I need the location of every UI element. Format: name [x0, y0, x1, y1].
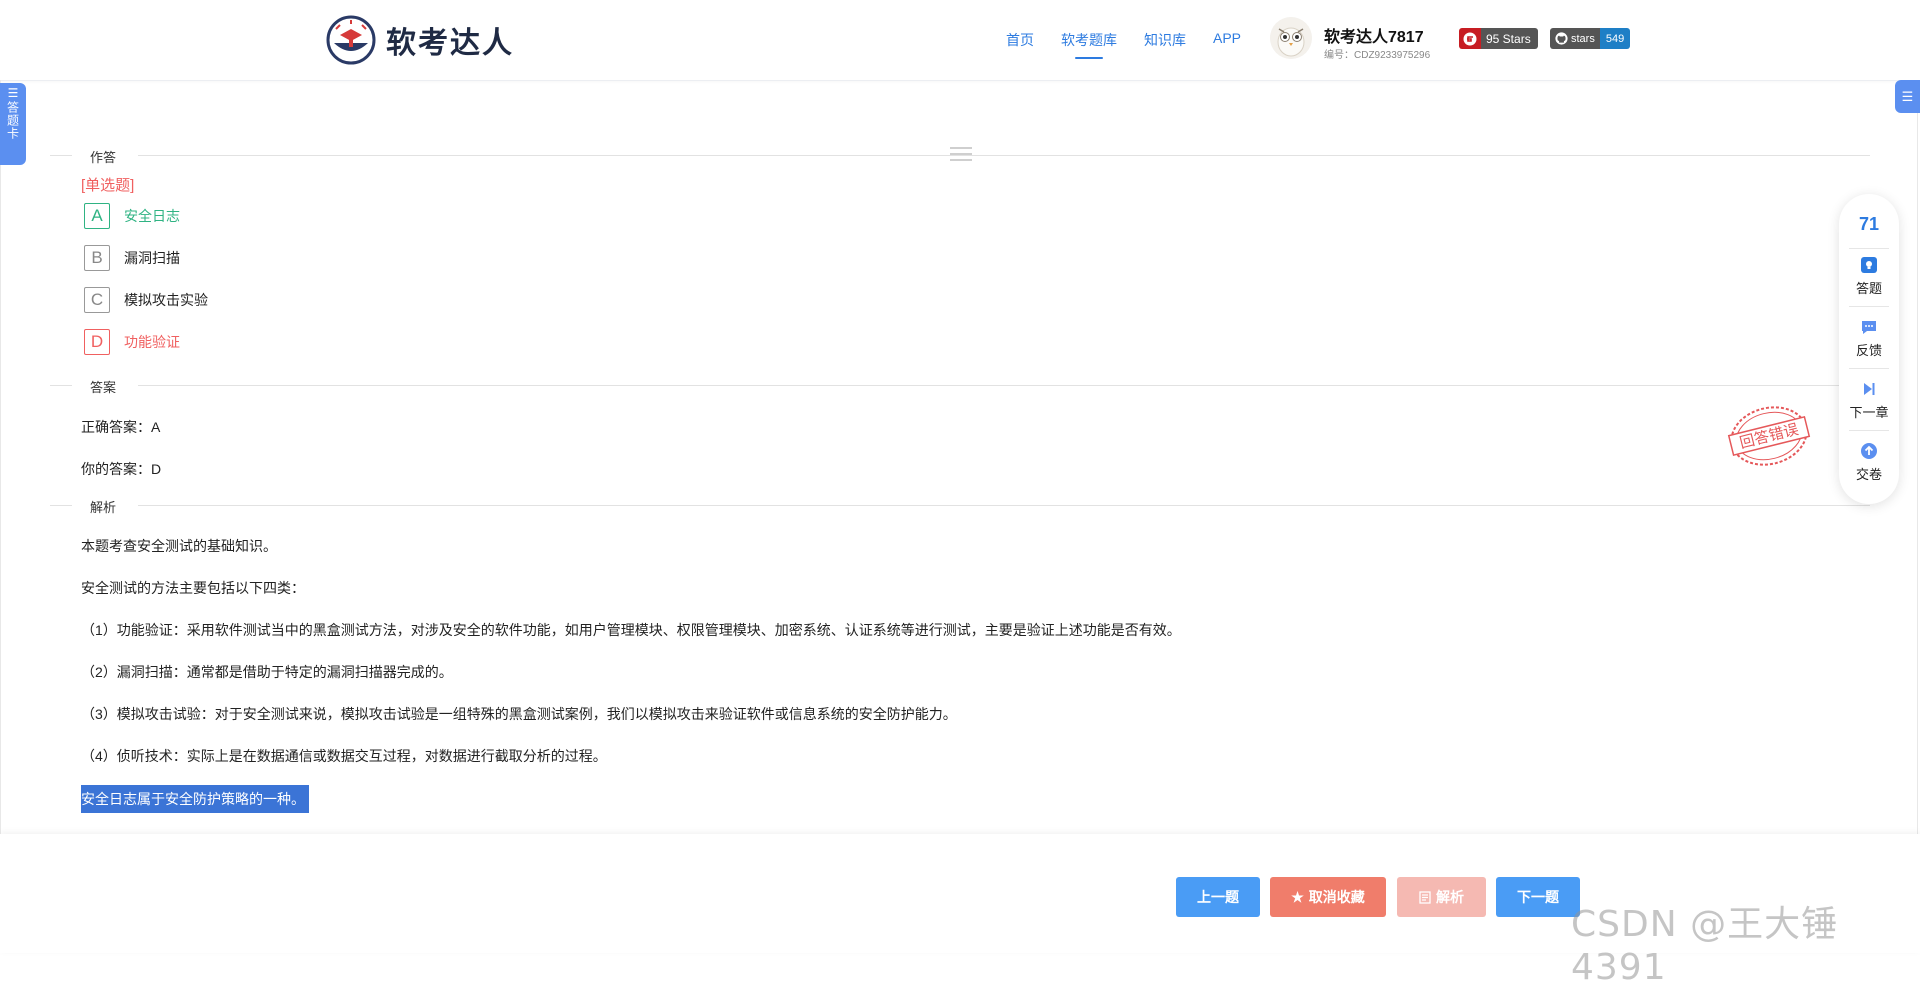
github-icon — [1555, 32, 1568, 45]
analysis-line: 安全测试的方法主要包括以下四类： — [81, 580, 305, 596]
feedback-icon — [1862, 321, 1876, 334]
wrong-answer-stamp: 回答错误 — [1727, 406, 1811, 466]
github-stars-count: 549 — [1599, 28, 1631, 49]
option-d[interactable]: D 功能验证 — [84, 328, 180, 356]
analysis-line: （3）模拟攻击试验：对于安全测试来说，模拟攻击试验是一组特殊的黑盒测试案例，我们… — [81, 706, 957, 722]
your-answer: 你的答案：D — [81, 461, 162, 477]
analysis-label: 解析 — [1436, 889, 1464, 905]
github-stars-label: stars — [1571, 32, 1595, 45]
option-a[interactable]: A 安全日志 — [84, 202, 180, 230]
analysis-highlight: 安全日志属于安全防护策略的一种。 — [81, 785, 309, 813]
top-header: 软考达人 首页 软考题库 知识库 APP 软考达人7817 编号：CDZ9233… — [0, 0, 1920, 81]
right-border — [1917, 113, 1918, 834]
document-icon — [1419, 890, 1431, 904]
section-title: 解析 — [90, 500, 117, 515]
section-title: 答案 — [90, 380, 117, 395]
feedback-label: 反馈 — [1855, 343, 1882, 358]
option-b[interactable]: B 漏洞扫描 — [84, 244, 180, 272]
nav-home[interactable]: 首页 — [1006, 30, 1034, 50]
option-letter: A — [84, 203, 110, 229]
analysis-line: （1）功能验证：采用软件测试当中的黑盒测试方法，对涉及安全的软件功能，如用户管理… — [81, 622, 1181, 638]
next-chapter-button[interactable]: 下一章 — [1847, 380, 1891, 421]
option-text: 模拟攻击实验 — [124, 292, 208, 308]
submit-paper-label: 交卷 — [1855, 467, 1882, 482]
gitee-stars-badge[interactable]: 95 Stars — [1459, 28, 1538, 49]
logo-icon — [326, 15, 376, 65]
next-question-button[interactable]: 下一题 — [1496, 877, 1580, 917]
answer-label: 答题 — [1855, 281, 1882, 296]
owl-avatar-icon — [1270, 17, 1312, 59]
gitee-stars-label: 95 Stars — [1481, 28, 1538, 49]
unfavorite-label: 取消收藏 — [1308, 889, 1365, 905]
answer-card-label: 答题卡 — [5, 101, 20, 140]
user-id: 编号：CDZ9233975296 — [1324, 50, 1431, 61]
watermark: CSDN @王大锤4391 — [1571, 904, 1839, 988]
question-type: [单选题] — [81, 177, 135, 194]
logo-text: 软考达人 — [386, 26, 514, 61]
drag-handle-icon[interactable] — [950, 147, 972, 165]
feedback-button[interactable]: 反馈 — [1847, 318, 1891, 359]
answer-button[interactable]: 答题 — [1847, 256, 1891, 297]
analysis-line: （4）侦听技术：实际上是在数据通信或数据交互过程，对数据进行截取分析的过程。 — [81, 748, 607, 764]
left-border — [0, 80, 1, 834]
menu-icon: ☰ — [1901, 88, 1914, 104]
avatar[interactable] — [1270, 17, 1312, 59]
nav-knowledge-base[interactable]: 知识库 — [1144, 30, 1186, 50]
nav-question-bank[interactable]: 软考题库 — [1061, 30, 1117, 59]
option-text: 安全日志 — [124, 208, 180, 224]
skip-next-icon — [1864, 383, 1875, 395]
section-title: 作答 — [90, 150, 117, 165]
option-text: 漏洞扫描 — [124, 250, 180, 266]
answer-icon — [1861, 257, 1877, 273]
user-name[interactable]: 软考达人7817 — [1324, 23, 1424, 47]
analysis-line: 本题考查安全测试的基础知识。 — [81, 538, 277, 554]
section-divider-answer: 答案 — [50, 375, 1870, 395]
right-float-panel: 71 答题 反馈 下一章 交卷 — [1839, 194, 1899, 504]
github-stars-badge[interactable]: stars 549 — [1550, 28, 1631, 49]
answer-card-tab[interactable]: ☰ 答题卡 — [0, 83, 26, 165]
option-letter: B — [84, 245, 110, 271]
right-menu-tab[interactable]: ☰ — [1895, 80, 1920, 113]
correct-answer: 正确答案：A — [81, 419, 161, 435]
unfavorite-button[interactable]: ★ 取消收藏 — [1270, 877, 1386, 917]
next-chapter-label: 下一章 — [1849, 405, 1889, 420]
github-badge-left: stars — [1550, 28, 1600, 49]
upload-icon — [1861, 443, 1877, 459]
stamp-text: 回答错误 — [1738, 420, 1801, 452]
option-text: 功能验证 — [124, 334, 180, 350]
section-divider-analysis: 解析 — [50, 495, 1870, 515]
submit-paper-button[interactable]: 交卷 — [1847, 442, 1891, 483]
analysis-button[interactable]: 解析 — [1397, 877, 1486, 917]
prev-question-button[interactable]: 上一题 — [1176, 877, 1260, 917]
question-count: 71 — [1858, 214, 1880, 234]
option-c[interactable]: C 模拟攻击实验 — [84, 286, 208, 314]
analysis-line: （2）漏洞扫描：通常都是借助于特定的漏洞扫描器完成的。 — [81, 664, 453, 680]
gitee-icon — [1459, 28, 1481, 49]
star-icon: ★ — [1291, 888, 1304, 905]
nav-app[interactable]: APP — [1213, 30, 1241, 50]
site-logo[interactable]: 软考达人 — [326, 14, 514, 66]
menu-icon: ☰ — [7, 86, 19, 100]
main-nav: 首页 软考题库 知识库 APP — [1006, 30, 1268, 59]
option-letter: C — [84, 287, 110, 313]
option-letter: D — [84, 329, 110, 355]
